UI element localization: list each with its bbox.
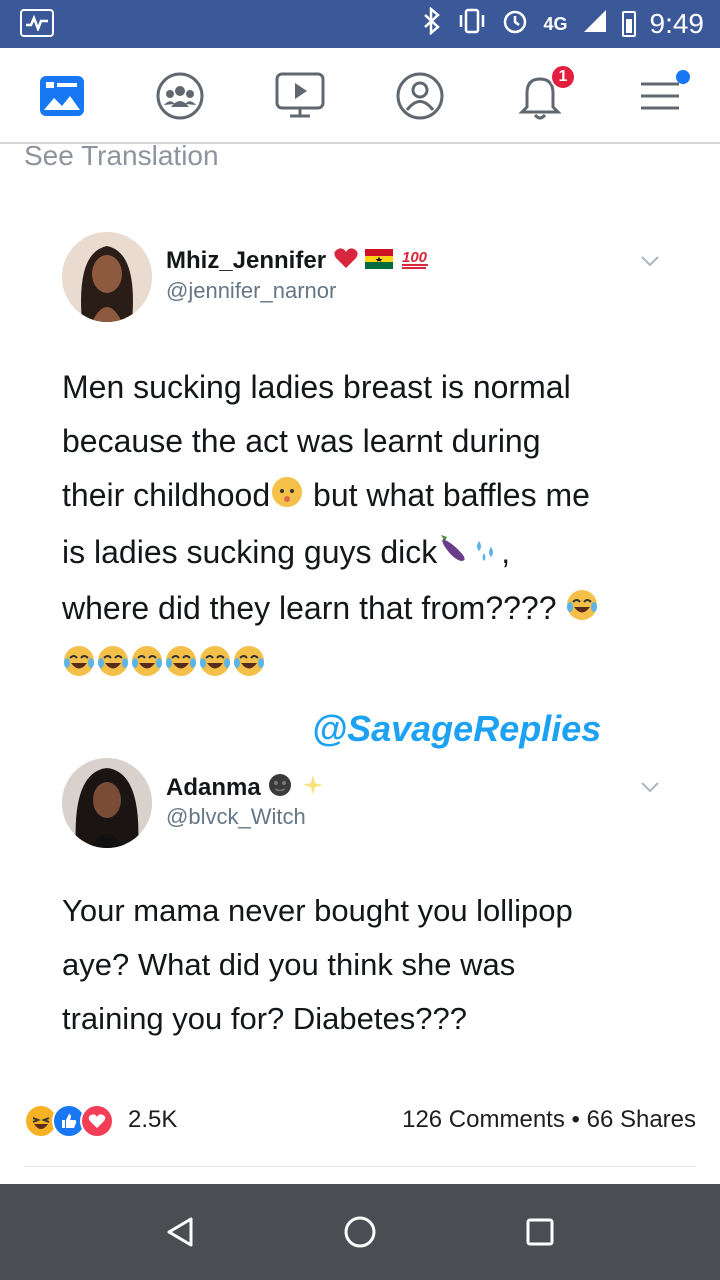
tears-of-joy-icon [565,584,599,638]
reaction-count[interactable]: 2.5K [128,1106,177,1134]
status-icons: 4G 9:49 [421,0,704,48]
tweet-body: Your mama never bought you lollipop aye?… [62,884,662,1046]
tears-of-joy-icon [62,640,96,694]
chevron-down-icon[interactable] [640,780,660,798]
chevron-down-icon[interactable] [640,254,660,272]
new-moon-face-icon [267,772,293,805]
profile-icon[interactable] [394,70,446,122]
tweet-line: Your mama never bought you lollipop [62,893,573,928]
tweet-line: training you for? Diabetes??? [62,1001,467,1036]
heart-icon [333,246,359,277]
tears-of-joy-icon [130,640,164,694]
engagement-stats: 126 Comments • 66 Shares [402,1106,696,1134]
tweet-line: because the act was learnt during [62,423,541,459]
comments-count[interactable]: 126 Comments [402,1106,565,1133]
tweet-author-handle[interactable]: @jennifer_narnor [166,278,336,304]
tears-of-joy-icon [96,640,130,694]
menu-icon[interactable] [634,70,690,122]
vibrate-icon [457,7,487,42]
tweet-jennifer: Mhiz_Jennifer 100 @jennifer_narnor Men s… [62,232,682,677]
alarm-icon [501,7,529,42]
shares-count[interactable]: 66 Shares [587,1106,696,1133]
tweet-line: their childhood but what baffles me [62,468,662,525]
battery-icon [621,11,636,37]
status-bar: 4G 9:49 [0,0,720,48]
tweet-line: is ladies sucking guys dick, [62,525,662,582]
bluetooth-icon [421,5,443,42]
baby-face-icon [270,471,304,525]
ghana-flag-icon [365,248,394,276]
tweet-adanma: Adanma @blvck_Witch Your mama never boug… [62,758,682,1058]
clock: 9:49 [649,8,705,39]
tears-of-joy-icon [164,640,198,694]
watermark: @SavageReplies [312,708,602,749]
hundred-points-icon: 100 [400,246,432,277]
tweet-line: where did they learn that from???? [62,581,662,638]
tweet-line [62,638,662,695]
avatar[interactable] [62,758,152,848]
back-icon[interactable] [154,1206,206,1258]
activity-icon [20,9,54,37]
menu-dot-indicator [676,70,690,84]
tweet-author-name[interactable]: Adanma [166,772,326,805]
divider [24,1166,696,1167]
home-icon[interactable] [334,1206,386,1258]
eggplant-icon [437,527,471,581]
android-nav-bar [0,1184,720,1280]
avatar[interactable] [62,232,152,322]
tweet-line: Men sucking ladies breast is normal [62,369,571,405]
tweet-author-name[interactable]: Mhiz_Jennifer 100 [166,246,432,277]
reactions-bar: 2.5K 126 Comments • 66 Shares [24,1102,696,1142]
news-feed-icon[interactable] [36,70,88,122]
love-reaction-icon [80,1104,114,1138]
signal-icon [582,8,608,41]
tweet-line: aye? What did you think she was [62,947,516,982]
groups-icon[interactable] [154,70,206,122]
watch-icon[interactable] [274,70,326,122]
separator-dot: • [571,1106,580,1133]
facebook-nav-bar: 1 [0,48,720,144]
recents-icon[interactable] [514,1206,566,1258]
see-translation-link[interactable]: See Translation [24,140,219,172]
tweet-author-handle[interactable]: @blvck_Witch [166,804,306,830]
sparkles-icon [300,772,326,805]
tears-of-joy-icon [198,640,232,694]
network-type: 4G [543,13,568,34]
svg-text:100: 100 [402,249,428,266]
sweat-droplets-icon [471,527,501,581]
reaction-icons[interactable] [24,1104,114,1138]
notifications-badge: 1 [550,64,576,90]
tears-of-joy-icon [232,640,266,694]
notifications-icon[interactable]: 1 [514,64,576,122]
tweet-body: Men sucking ladies breast is normal beca… [62,360,662,694]
